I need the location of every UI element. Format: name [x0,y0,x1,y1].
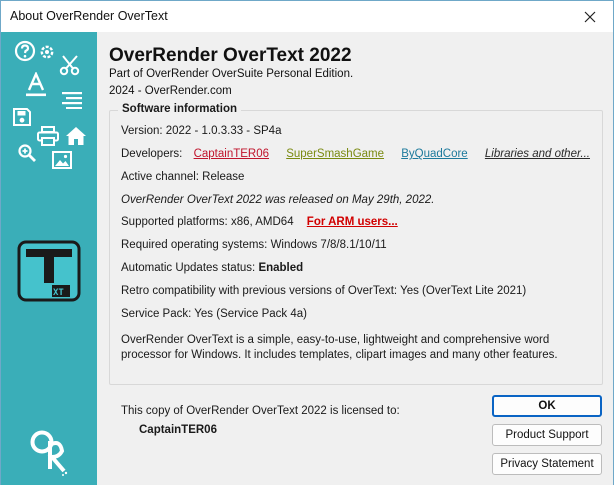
zoom-icon [18,144,36,162]
libraries-link[interactable]: Libraries and other... [485,148,590,160]
close-icon [584,11,596,22]
app-title: OverRender OverText 2022 [109,45,352,66]
align-icon [62,92,82,109]
developer-link-byquadcore[interactable]: ByQuadCore [401,148,467,160]
privacy-statement-button[interactable]: Privacy Statement [492,453,602,475]
developer-link-supersmashgame[interactable]: SuperSmashGame [286,148,384,160]
group-legend: Software information [118,103,242,115]
save-icon [13,108,31,126]
title-bar: About OverRender OverText [1,1,613,32]
updates-status: Enabled [258,262,304,274]
close-button[interactable] [567,1,613,32]
svg-text:XT: XT [53,288,64,298]
image-icon [52,151,72,169]
main-content: OverRender OverText 2022 Part of OverRen… [97,32,613,485]
window-title: About OverRender OverText [10,9,168,23]
home-icon [66,127,86,145]
developers-label: Developers: [121,148,183,160]
overtext-logo-icon: XT [17,240,81,302]
channel-text: Active channel: Release [121,171,245,183]
settings-icon [40,45,54,59]
description-text: OverRender OverText is a simple, easy-to… [121,334,558,361]
service-pack-text: Service Pack: Yes (Service Pack 4a) [121,308,307,320]
updates-row: Automatic Updates status: Enabled [121,262,303,274]
release-note: OverRender OverText 2022 was released on… [121,194,435,206]
cut-icon [59,55,80,76]
license-text: This copy of OverRender OverText 2022 is… [121,405,400,417]
updates-label: Automatic Updates status: [121,262,256,274]
arm-users-link[interactable]: For ARM users... [307,216,398,228]
version-text: Version: 2022 - 1.0.3.33 - SP4a [121,125,282,137]
product-support-button[interactable]: Product Support [492,424,602,446]
software-info-group: Software information Version: 2022 - 1.0… [109,103,603,385]
copyright-text: 2024 - OverRender.com [109,85,232,97]
developers-row: Developers: CaptainTER06 SuperSmashGame … [121,148,590,160]
print-icon [37,126,59,146]
sidebar: XT [1,32,97,485]
developer-link-captainter06[interactable]: CaptainTER06 [194,148,269,160]
help-icon [14,40,36,62]
os-text: Required operating systems: Windows 7/8/… [121,239,387,251]
retro-compat-text: Retro compatibility with previous versio… [121,285,527,297]
app-logo: XT [16,239,82,303]
platforms-row: Supported platforms: x86, AMD64 For ARM … [121,216,398,228]
overrender-brand-logo [30,430,68,476]
font-icon [26,72,46,97]
ok-button[interactable]: OK [492,395,602,417]
platforms-text: Supported platforms: x86, AMD64 [121,216,294,228]
edition-text: Part of OverRender OverSuite Personal Ed… [109,68,354,80]
licensee-name: CaptainTER06 [139,424,217,436]
about-dialog: About OverRender OverText XT OverRender … [0,0,614,485]
